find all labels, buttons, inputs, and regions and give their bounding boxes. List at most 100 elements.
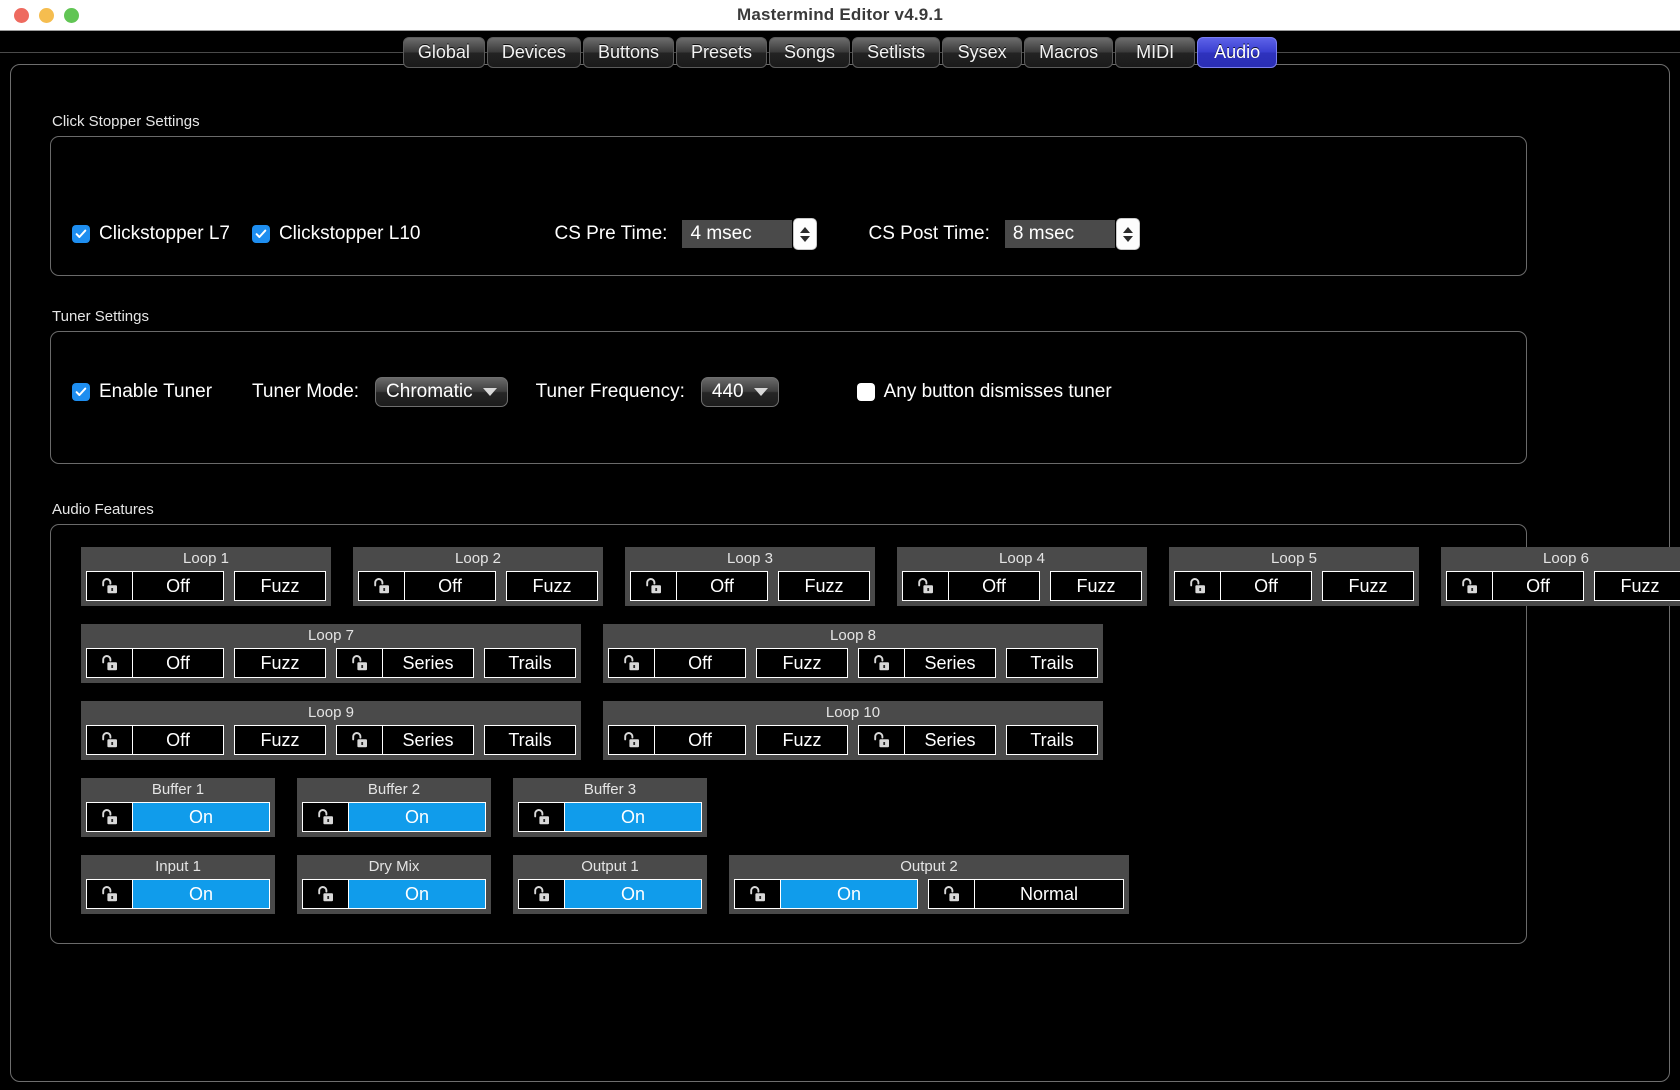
feature-state-button[interactable]: Trails <box>484 725 576 755</box>
chevron-up-icon[interactable] <box>800 226 811 233</box>
lock-toggle-button[interactable] <box>1446 571 1492 601</box>
clickstopper-l10-checkbox[interactable]: Clickstopper L10 <box>251 223 420 245</box>
feature-state-button[interactable]: Fuzz <box>234 725 326 755</box>
lock-toggle-button[interactable] <box>86 725 132 755</box>
feature-state-button[interactable]: Off <box>676 571 768 601</box>
feature-state-button[interactable]: On <box>348 802 486 832</box>
cs-pre-time-value[interactable]: 4 msec <box>682 220 793 248</box>
tab-label: Devices <box>501 41 566 62</box>
tab-audio[interactable]: Audio <box>1197 36 1278 68</box>
cs-pre-time-spin-buttons[interactable] <box>794 219 817 249</box>
cs-post-time-spin-buttons[interactable] <box>1116 219 1139 249</box>
chevron-up-icon[interactable] <box>1122 226 1133 233</box>
lock-toggle-button[interactable] <box>858 648 904 678</box>
feature-state-button[interactable]: Fuzz <box>1322 571 1414 601</box>
tab-songs[interactable]: Songs <box>769 36 851 68</box>
lock-toggle-button[interactable] <box>302 879 348 909</box>
feature-state-button[interactable]: Fuzz <box>778 571 870 601</box>
feature-state-button[interactable]: Fuzz <box>756 725 848 755</box>
feature-state-button[interactable]: Trails <box>1006 725 1098 755</box>
lock-toggle-button[interactable] <box>518 802 564 832</box>
feature-panel-dry-mix: Dry Mix On <box>297 855 491 914</box>
enable-tuner-checkbox[interactable]: Enable Tuner <box>72 381 212 403</box>
feature-state-button[interactable]: Fuzz <box>1594 571 1680 601</box>
checkbox-indicator[interactable] <box>251 225 270 243</box>
feature-state-button[interactable]: On <box>780 879 918 909</box>
feature-state-button[interactable]: On <box>132 802 270 832</box>
feature-state-button[interactable]: On <box>348 879 486 909</box>
feature-panel-buttons: Off Fuzz <box>1446 571 1680 601</box>
tab-devices[interactable]: Devices <box>486 36 581 68</box>
feature-state-button[interactable]: Trails <box>484 648 576 678</box>
tab-sysex[interactable]: Sysex <box>942 36 1023 68</box>
feature-state-button[interactable]: Off <box>654 648 746 678</box>
feature-state-button[interactable]: Off <box>404 571 496 601</box>
tab-buttons[interactable]: Buttons <box>582 36 674 68</box>
feature-button-group: Series <box>336 725 474 755</box>
feature-button-group: Trails <box>1006 648 1098 678</box>
feature-state-button[interactable]: Off <box>1492 571 1584 601</box>
feature-state-button[interactable]: Series <box>904 725 996 755</box>
feature-state-button[interactable]: Series <box>904 648 996 678</box>
checkbox-indicator[interactable] <box>856 383 875 401</box>
lock-toggle-button[interactable] <box>928 879 974 909</box>
lock-toggle-button[interactable] <box>336 725 382 755</box>
lock-toggle-button[interactable] <box>902 571 948 601</box>
feature-state-button[interactable]: Series <box>382 725 474 755</box>
lock-toggle-button[interactable] <box>608 648 654 678</box>
feature-state-button[interactable]: Fuzz <box>1050 571 1142 601</box>
lock-toggle-button[interactable] <box>358 571 404 601</box>
feature-button-group: Fuzz <box>778 571 870 601</box>
unlocked-padlock-icon <box>317 886 333 902</box>
checkbox-indicator[interactable] <box>72 383 90 401</box>
feature-state-button[interactable]: Off <box>1220 571 1312 601</box>
cs-post-time-value[interactable]: 8 msec <box>1004 220 1115 248</box>
chevron-down-icon[interactable] <box>1122 235 1133 242</box>
feature-state-button[interactable]: On <box>564 879 702 909</box>
lock-toggle-button[interactable] <box>302 802 348 832</box>
feature-state-button[interactable]: Fuzz <box>234 571 326 601</box>
lock-toggle-button[interactable] <box>86 648 132 678</box>
lock-toggle-button[interactable] <box>734 879 780 909</box>
feature-state-button[interactable]: Off <box>132 648 224 678</box>
tab-global[interactable]: Global <box>402 36 485 68</box>
lock-toggle-button[interactable] <box>858 725 904 755</box>
lock-toggle-button[interactable] <box>1174 571 1220 601</box>
lock-toggle-button[interactable] <box>518 879 564 909</box>
tab-midi[interactable]: MIDI <box>1115 36 1196 68</box>
feature-state-button[interactable]: Fuzz <box>756 648 848 678</box>
unlocked-padlock-icon <box>373 578 389 594</box>
feature-state-button[interactable]: Series <box>382 648 474 678</box>
feature-panel-loop-7: Loop 7 Off Fuzz Series Trails <box>81 624 581 683</box>
lock-toggle-button[interactable] <box>336 648 382 678</box>
cs-post-time-stepper[interactable]: 8 msec <box>1004 219 1139 249</box>
feature-state-button[interactable]: Off <box>948 571 1040 601</box>
feature-state-button[interactable]: On <box>132 879 270 909</box>
feature-state-button[interactable]: Trails <box>1006 648 1098 678</box>
lock-toggle-button[interactable] <box>86 802 132 832</box>
any-button-dismisses-tuner-checkbox[interactable]: Any button dismisses tuner <box>856 381 1112 403</box>
tab-setlists[interactable]: Setlists <box>852 36 941 68</box>
feature-state-button[interactable]: Off <box>132 571 224 601</box>
tuner-frequency-dropdown[interactable]: 440 <box>700 377 779 407</box>
feature-state-label: Off <box>166 575 190 596</box>
lock-toggle-button[interactable] <box>86 571 132 601</box>
checkbox-indicator[interactable] <box>72 225 90 243</box>
feature-state-label: Series <box>402 652 454 673</box>
feature-button-group: Fuzz <box>234 571 326 601</box>
lock-toggle-button[interactable] <box>608 725 654 755</box>
cs-pre-time-stepper[interactable]: 4 msec <box>682 219 817 249</box>
tab-macros[interactable]: Macros <box>1024 36 1114 68</box>
lock-toggle-button[interactable] <box>86 879 132 909</box>
chevron-down-icon[interactable] <box>800 235 811 242</box>
tab-presets[interactable]: Presets <box>675 36 768 68</box>
tuner-mode-dropdown[interactable]: Chromatic <box>375 377 508 407</box>
feature-state-button[interactable]: On <box>564 802 702 832</box>
lock-toggle-button[interactable] <box>630 571 676 601</box>
clickstopper-l7-checkbox[interactable]: Clickstopper L7 <box>72 223 230 245</box>
feature-state-button[interactable]: Fuzz <box>234 648 326 678</box>
feature-state-button[interactable]: Fuzz <box>506 571 598 601</box>
feature-state-button[interactable]: Normal <box>974 879 1124 909</box>
feature-state-button[interactable]: Off <box>654 725 746 755</box>
feature-state-button[interactable]: Off <box>132 725 224 755</box>
